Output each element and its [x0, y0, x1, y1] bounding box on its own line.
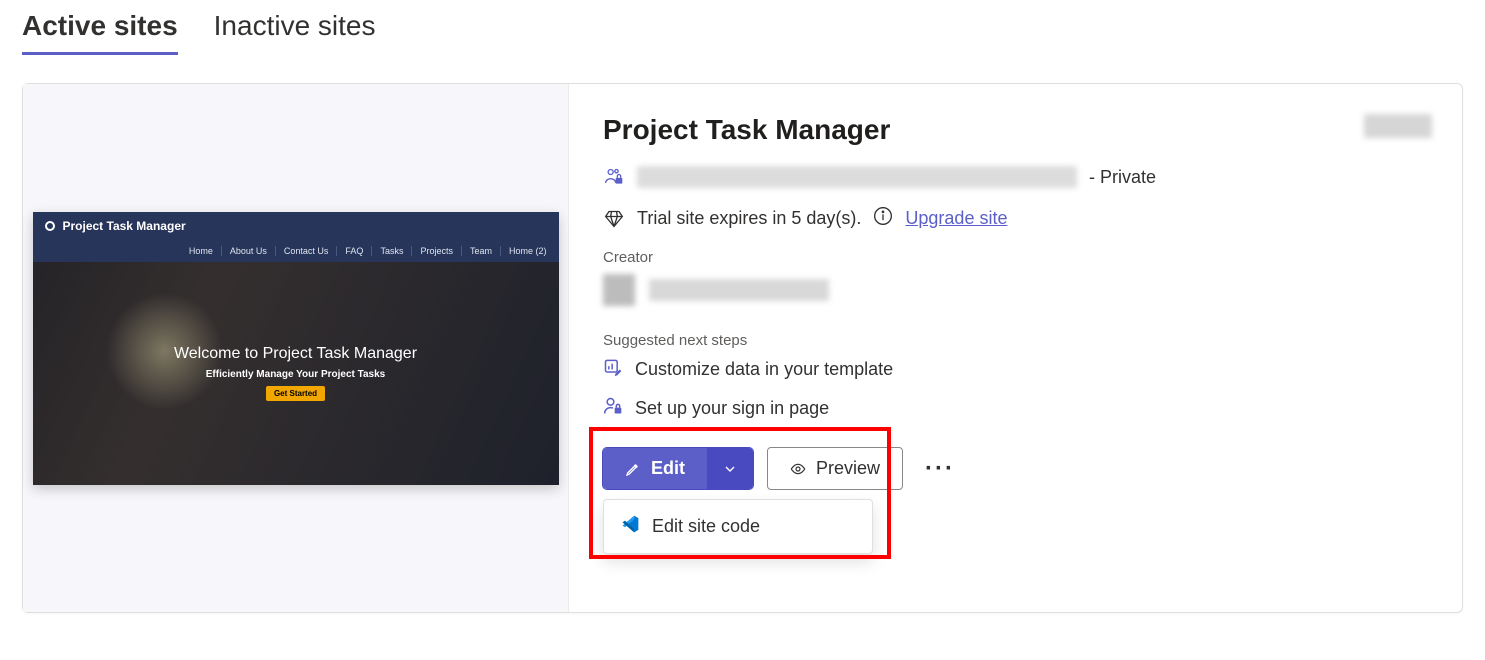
preview-button[interactable]: Preview: [767, 447, 903, 490]
thumb-logo-icon: [45, 221, 55, 231]
diamond-icon: [603, 209, 625, 229]
dropdown-item-label: Edit site code: [652, 516, 760, 537]
people-lock-icon: [603, 167, 625, 187]
suggested-customize-data[interactable]: Customize data in your template: [603, 357, 1428, 382]
edit-dropdown-menu: Edit site code: [603, 499, 873, 554]
edit-button[interactable]: Edit: [603, 448, 707, 489]
thumb-nav: Home About Us Contact Us FAQ Tasks Proje…: [33, 240, 559, 262]
thumb-hero-sub: Efficiently Manage Your Project Tasks: [206, 369, 386, 380]
action-bar: Edit Preview ···: [603, 447, 1428, 490]
thumb-nav-item: Contact Us: [275, 246, 329, 256]
thumb-title: Project Task Manager: [63, 219, 186, 233]
site-thumbnail[interactable]: Project Task Manager Home About Us Conta…: [33, 212, 559, 485]
tab-inactive-sites[interactable]: Inactive sites: [214, 10, 376, 55]
thumb-nav-item: About Us: [221, 246, 267, 256]
suggested-setup-signin[interactable]: Set up your sign in page: [603, 396, 1428, 421]
suggested-item-label: Customize data in your template: [635, 359, 893, 380]
thumb-nav-item: Team: [461, 246, 492, 256]
trial-row: Trial site expires in 5 day(s). Upgrade …: [603, 206, 1428, 231]
thumb-nav-item: FAQ: [336, 246, 363, 256]
suggested-label: Suggested next steps: [603, 332, 1428, 349]
upgrade-site-link[interactable]: Upgrade site: [905, 208, 1007, 229]
visibility-row: - Private: [603, 166, 1428, 188]
thumb-cta-button: Get Started: [266, 386, 325, 401]
suggested-item-label: Set up your sign in page: [635, 398, 829, 419]
tab-active-sites[interactable]: Active sites: [22, 10, 178, 55]
site-card: Project Task Manager Home About Us Conta…: [22, 83, 1463, 613]
redacted-url: [637, 166, 1077, 188]
more-actions-button[interactable]: ···: [917, 455, 963, 483]
details-panel: Project Task Manager - Private Tria: [569, 84, 1462, 612]
vscode-icon: [620, 514, 640, 539]
site-title: Project Task Manager: [603, 114, 1428, 146]
edit-site-code-item[interactable]: Edit site code: [604, 504, 872, 549]
person-lock-icon: [603, 396, 623, 421]
thumb-hero: Welcome to Project Task Manager Efficien…: [33, 262, 559, 485]
thumb-nav-item: Tasks: [371, 246, 403, 256]
preview-button-label: Preview: [816, 458, 880, 479]
redacted-badge: [1364, 114, 1432, 138]
thumb-nav-item: Home (2): [500, 246, 547, 256]
edit-split-button: Edit: [603, 448, 753, 489]
creator-label: Creator: [603, 249, 1428, 266]
creator-name-redacted: [649, 279, 829, 301]
edit-button-label: Edit: [651, 458, 685, 479]
thumb-nav-item: Home: [181, 246, 213, 256]
thumb-nav-item: Projects: [411, 246, 453, 256]
creator-avatar: [603, 274, 635, 306]
edit-dropdown-toggle[interactable]: [707, 448, 753, 489]
chart-edit-icon: [603, 357, 623, 382]
thumb-header: Project Task Manager: [33, 212, 559, 240]
suggested-list: Customize data in your template Set up y…: [603, 357, 1428, 421]
visibility-label: - Private: [1089, 167, 1156, 188]
trial-text: Trial site expires in 5 day(s).: [637, 208, 861, 229]
thumb-hero-heading: Welcome to Project Task Manager: [174, 345, 417, 363]
thumbnail-panel: Project Task Manager Home About Us Conta…: [23, 84, 569, 612]
creator-block: [603, 274, 1428, 306]
tabs: Active sites Inactive sites: [22, 10, 1463, 55]
info-icon[interactable]: [873, 206, 893, 231]
